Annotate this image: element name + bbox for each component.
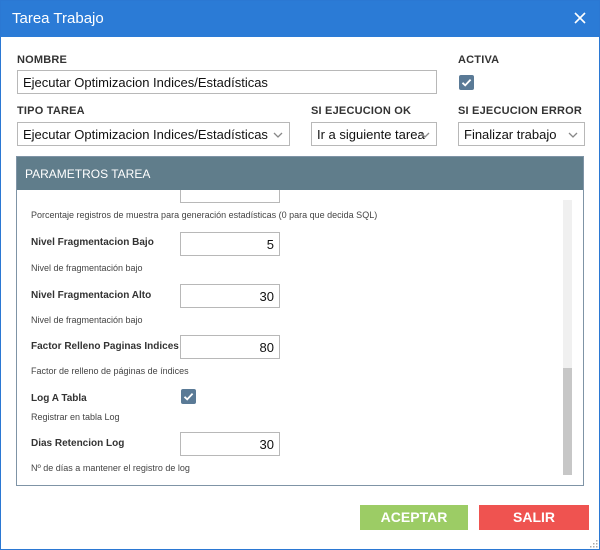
param-desc-log-tabla: Registrar en tabla Log [31, 412, 120, 422]
param-label-frag-bajo: Nivel Fragmentacion Bajo [31, 237, 154, 248]
chevron-down-icon [568, 132, 578, 138]
muestra-desc: Porcentaje registros de muestra para gen… [31, 210, 378, 220]
param-desc-frag-bajo: Nivel de fragmentación bajo [31, 263, 143, 273]
check-icon [461, 78, 472, 87]
aceptar-button[interactable]: ACEPTAR [360, 505, 468, 530]
param-label-frag-alto: Nivel Fragmentacion Alto [31, 290, 152, 301]
scrollbar-thumb[interactable] [563, 368, 572, 475]
param-checkbox-log-tabla[interactable] [181, 389, 196, 404]
param-input-frag-alto[interactable]: 30 [180, 284, 280, 308]
parametros-title: PARAMETROS TAREA [25, 167, 151, 181]
param-label-log-tabla: Log A Tabla [31, 393, 87, 404]
chevron-down-icon [420, 132, 430, 138]
muestra-input-partial[interactable] [180, 190, 280, 203]
param-label-factor-relleno: Factor Relleno Paginas Indices [31, 341, 179, 352]
resize-grip-icon[interactable] [588, 538, 598, 548]
param-desc-dias-retencion: Nº de días a mantener el registro de log [31, 463, 190, 473]
nombre-label: NOMBRE [17, 54, 68, 66]
ejecucion-error-label: SI EJECUCION ERROR [458, 105, 583, 117]
param-label-dias-retencion: Dias Retencion Log [31, 438, 125, 449]
window-title: Tarea Trabajo [12, 10, 104, 27]
param-input-dias-retencion[interactable]: 30 [180, 432, 280, 456]
tipo-tarea-select[interactable]: Ejecutar Optimizacion Indices/Estadístic… [17, 122, 290, 146]
salir-button[interactable]: SALIR [479, 505, 589, 530]
param-desc-factor-relleno: Factor de relleno de páginas de índices [31, 366, 189, 376]
ejecucion-ok-select[interactable]: Ir a siguiente tarea [311, 122, 437, 146]
param-input-frag-bajo[interactable]: 5 [180, 232, 280, 256]
parametros-header: PARAMETROS TAREA [17, 157, 583, 190]
tipo-tarea-label: TIPO TAREA [17, 105, 85, 117]
activa-checkbox[interactable] [459, 75, 474, 90]
ejecucion-ok-value: Ir a siguiente tarea [317, 127, 425, 142]
param-desc-frag-alto: Nivel de fragmentación bajo [31, 315, 143, 325]
title-bar: Tarea Trabajo [1, 1, 599, 37]
ejecucion-ok-label: SI EJECUCION OK [311, 105, 412, 117]
activa-label: ACTIVA [458, 54, 500, 66]
ejecucion-error-value: Finalizar trabajo [464, 127, 557, 142]
chevron-down-icon [273, 132, 283, 138]
tipo-tarea-value: Ejecutar Optimizacion Indices/Estadístic… [23, 127, 268, 142]
ejecucion-error-select[interactable]: Finalizar trabajo [458, 122, 585, 146]
close-icon[interactable] [569, 7, 591, 29]
param-input-factor-relleno[interactable]: 80 [180, 335, 280, 359]
check-icon [183, 392, 194, 401]
nombre-input[interactable]: Ejecutar Optimizacion Indices/Estadístic… [17, 70, 437, 94]
